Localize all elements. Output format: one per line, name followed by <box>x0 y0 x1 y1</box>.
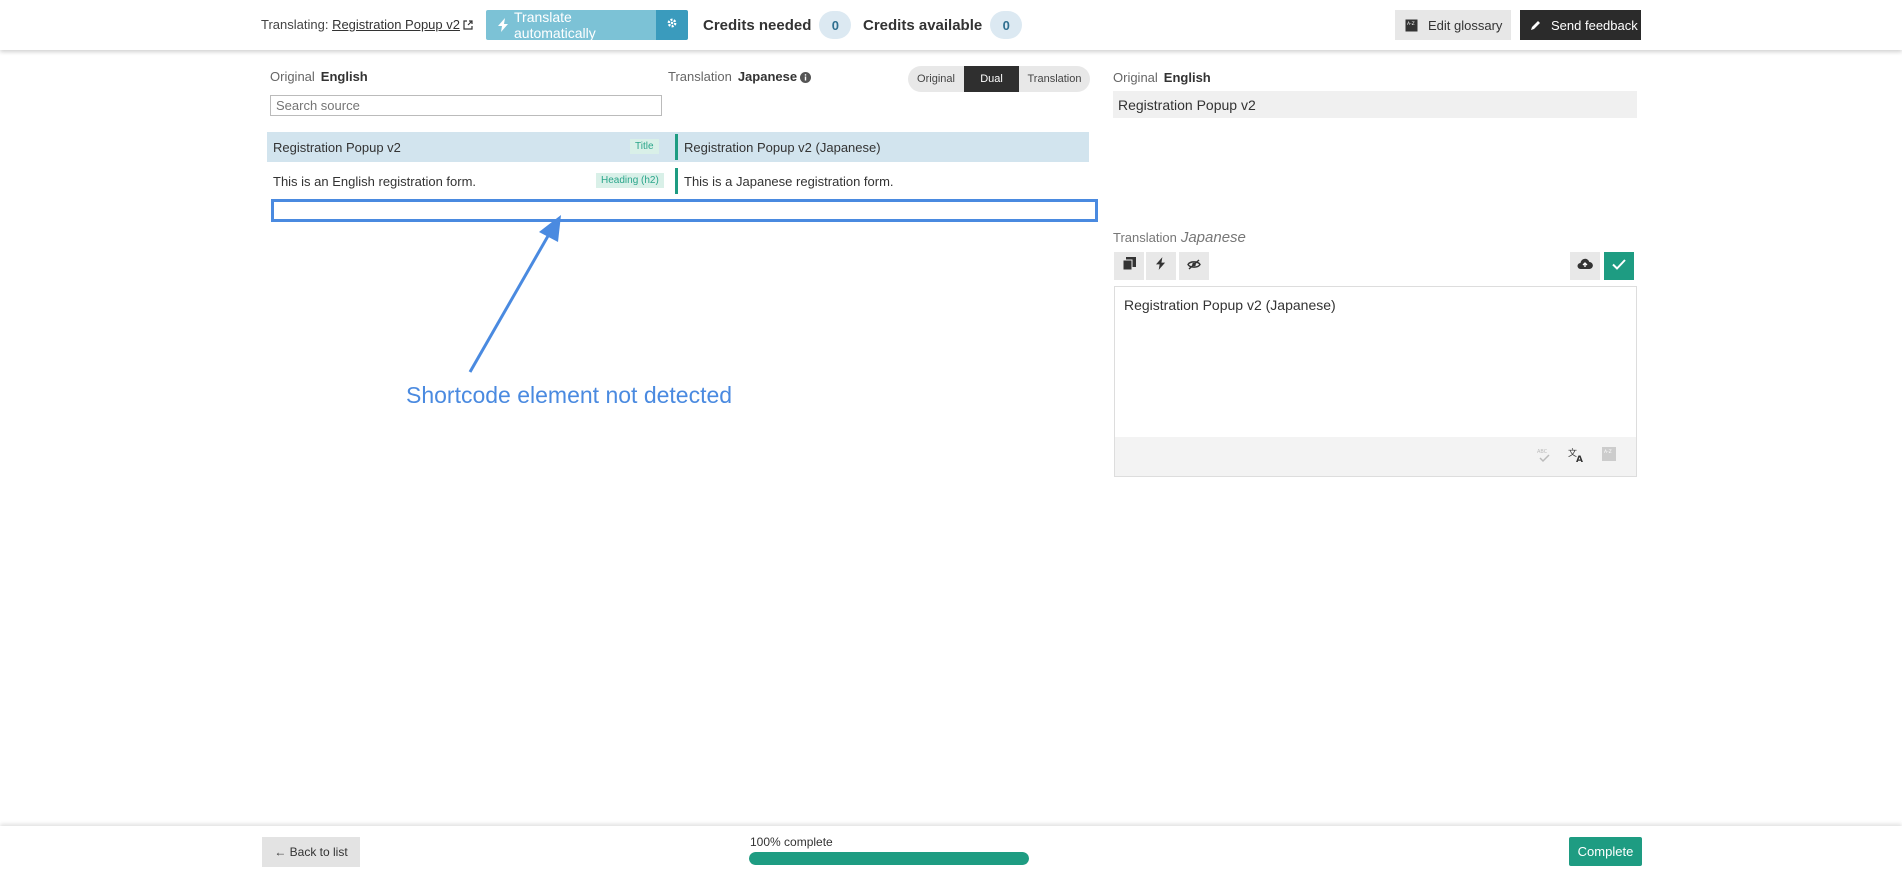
segment-source-text: This is an English registration form. <box>273 174 477 189</box>
original-label-text: Original <box>270 69 315 84</box>
copy-original-icon <box>1122 257 1136 275</box>
bolt-icon <box>1156 257 1166 275</box>
send-feedback-button[interactable]: Send feedback <box>1520 10 1641 40</box>
top-toolbar: Translating: Registration Popup v2 Trans… <box>0 0 1902 50</box>
svg-text:ABC: ABC <box>1537 449 1548 455</box>
annotation-text: Shortcode element not detected <box>406 382 733 408</box>
svg-text:A-Z: A-Z <box>1604 449 1612 455</box>
view-original-button[interactable]: Original <box>908 66 964 92</box>
progress-bar <box>749 852 1029 865</box>
search-source-input[interactable] <box>270 95 662 116</box>
credits-available-label: Credits available <box>863 16 983 34</box>
credits-available-badge: 0 <box>990 11 1023 39</box>
translating-label: Translating: <box>261 17 329 32</box>
pencil-icon <box>1530 20 1541 31</box>
edit-glossary-label: Edit glossary <box>1428 17 1503 33</box>
translation-editor[interactable]: Registration Popup v2 (Japanese) <box>1114 286 1637 438</box>
progress-label: 100% complete <box>750 835 833 849</box>
original-text-display: Registration Popup v2 <box>1113 91 1637 118</box>
translation-label-text: Translation <box>668 69 732 84</box>
edit-glossary-button[interactable]: A-Z Edit glossary <box>1395 10 1511 40</box>
view-mode-toggle: Original Dual Translation <box>908 66 1090 92</box>
translate-icon[interactable]: 文A <box>1568 447 1586 463</box>
gear-icon <box>666 16 678 34</box>
editor-footer-toolbar: ABC 文A A-Z <box>1114 437 1637 477</box>
eye-hide-icon <box>1187 257 1201 275</box>
bottom-bar: ← Back to list 100% complete Complete <box>0 826 1902 877</box>
view-dual-button[interactable]: Dual <box>964 66 1019 92</box>
annotation-arrow <box>468 215 561 373</box>
segment-type-badge: Title <box>630 139 659 154</box>
annotation-highlight-box <box>271 199 1098 222</box>
segment-target-text: Registration Popup v2 (Japanese) <box>684 140 881 155</box>
segment-type-badge: Heading (h2) <box>596 173 664 188</box>
credits-needed-label: Credits needed <box>703 16 812 34</box>
original-column-label: Original English <box>270 69 368 84</box>
svg-text:A: A <box>1576 455 1583 463</box>
editor-translation-label: Translation Japanese <box>1113 229 1246 246</box>
credits-needed: Credits needed 0 <box>703 10 852 40</box>
cloud-upload-icon <box>1577 257 1593 275</box>
segment-divider <box>675 168 678 194</box>
view-translation-button[interactable]: Translation <box>1019 66 1090 92</box>
editor-translation-label-text: Translation <box>1113 230 1177 245</box>
segment-divider <box>675 134 678 160</box>
svg-text:A-Z: A-Z <box>1407 21 1415 27</box>
translation-column-label: Translation Japanese <box>668 69 812 84</box>
bolt-icon <box>498 18 509 32</box>
glossary-icon: A-Z <box>1405 19 1418 32</box>
external-link-icon[interactable] <box>463 18 473 33</box>
translation-editor-text[interactable]: Registration Popup v2 (Japanese) <box>1124 297 1336 313</box>
doc-title-link[interactable]: Registration Popup v2 <box>332 17 460 32</box>
check-icon <box>1612 257 1626 275</box>
translate-automatically-label: Translate automatically <box>514 9 596 41</box>
save-draft-button[interactable] <box>1570 252 1600 280</box>
back-to-list-button[interactable]: ← Back to list <box>262 837 360 867</box>
complete-button[interactable]: Complete <box>1569 837 1642 866</box>
copy-original-button[interactable] <box>1114 252 1144 280</box>
auto-translate-settings-button[interactable] <box>656 10 688 40</box>
editor-original-label: Original English <box>1113 70 1211 85</box>
segment-source-text: Registration Popup v2 <box>273 140 401 155</box>
segment-row[interactable]: Registration Popup v2 Title Registration… <box>267 132 1089 162</box>
segment-row[interactable]: This is an English registration form. He… <box>267 166 1089 196</box>
translate-automatically-button[interactable]: Translate automatically <box>486 9 656 41</box>
send-feedback-label: Send feedback <box>1551 17 1638 33</box>
hide-segment-button[interactable] <box>1179 252 1209 280</box>
credits-needed-badge: 0 <box>819 11 852 39</box>
info-icon[interactable] <box>800 72 812 83</box>
glossary-icon[interactable]: A-Z <box>1602 447 1616 461</box>
editor-translation-language: Japanese <box>1180 229 1246 246</box>
editor-original-language: English <box>1163 70 1211 85</box>
progress-bar-fill <box>749 852 1029 865</box>
confirm-translation-button[interactable] <box>1604 252 1634 280</box>
translating-info: Translating: Registration Popup v2 <box>261 17 473 33</box>
credits-available: Credits available 0 <box>863 10 1023 40</box>
translation-language: Japanese <box>737 69 798 84</box>
original-language: English <box>320 69 368 84</box>
auto-translate-segment-button[interactable] <box>1146 252 1176 280</box>
segment-target-text: This is a Japanese registration form. <box>684 174 894 189</box>
editor-original-label-text: Original <box>1113 70 1158 85</box>
spellcheck-icon[interactable]: ABC <box>1535 447 1551 463</box>
